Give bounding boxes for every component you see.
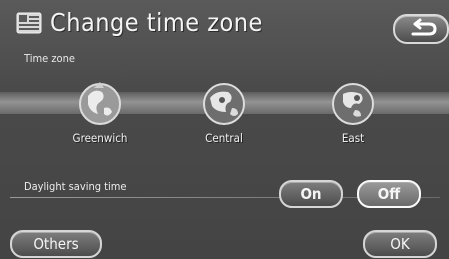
daylight-saving-label: Daylight saving time: [24, 180, 127, 193]
globe-icon: [79, 82, 121, 125]
zone-central[interactable]: Central: [182, 78, 266, 158]
zone-label: East: [341, 131, 365, 145]
return-arrow-icon: [411, 18, 437, 36]
back-button[interactable]: [393, 14, 449, 44]
time-zone-screen: Change time zone Time zone Greenwich Cen…: [0, 0, 449, 259]
zone-label: Central: [205, 131, 243, 145]
time-zone-icon: [16, 12, 42, 34]
ok-button[interactable]: OK: [363, 230, 437, 258]
page-title: Change time zone: [50, 8, 263, 37]
zone-label: Greenwich: [72, 131, 128, 145]
time-zone-label: Time zone: [24, 52, 75, 65]
dst-on-button[interactable]: On: [279, 180, 343, 208]
zone-east[interactable]: East: [311, 78, 395, 158]
zone-greenwich[interactable]: Greenwich: [58, 78, 142, 158]
globe-icon: [203, 83, 245, 125]
globe-icon: [332, 83, 374, 125]
header: Change time zone: [10, 6, 449, 44]
others-button[interactable]: Others: [10, 230, 102, 258]
dst-off-button[interactable]: Off: [357, 180, 421, 208]
